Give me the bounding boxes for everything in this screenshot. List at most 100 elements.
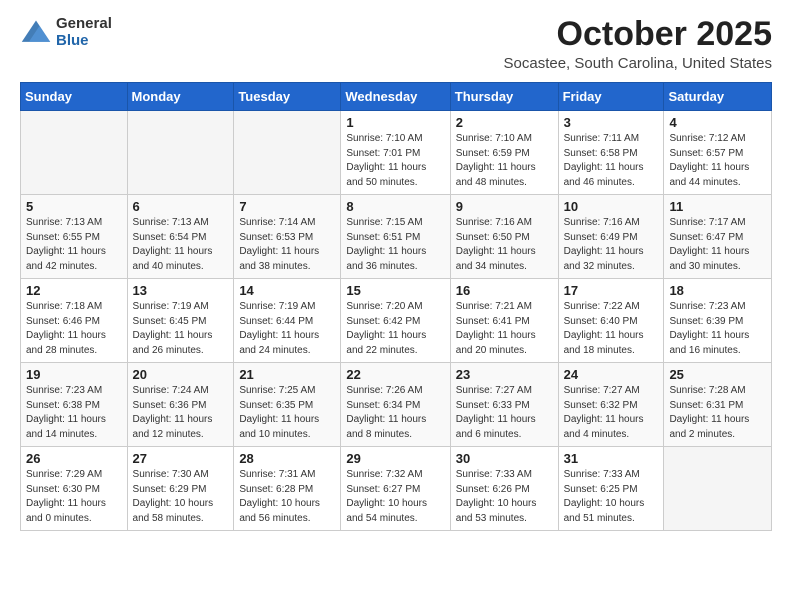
title-block: October 2025 Socastee, South Carolina, U… [504, 16, 773, 72]
day-number: 5 [26, 199, 122, 214]
day-info: Sunrise: 7:26 AM Sunset: 6:34 PM Dayligh… [346, 384, 444, 442]
day-number: 27 [133, 451, 229, 466]
day-number: 3 [564, 115, 659, 130]
day-number: 11 [669, 199, 766, 214]
day-info: Sunrise: 7:11 AM Sunset: 6:58 PM Dayligh… [564, 132, 659, 190]
calendar-cell: 22 Sunrise: 7:26 AM Sunset: 6:34 PM Dayli… [341, 363, 450, 447]
day-info: Sunrise: 7:19 AM Sunset: 6:44 PM Dayligh… [239, 300, 335, 358]
day-number: 16 [456, 283, 553, 298]
calendar-week-row: 5 Sunrise: 7:13 AM Sunset: 6:55 PM Daylig… [21, 195, 772, 279]
weekday-header-saturday: Saturday [664, 83, 772, 111]
calendar-cell [127, 111, 234, 195]
day-number: 13 [133, 283, 229, 298]
day-info: Sunrise: 7:21 AM Sunset: 6:41 PM Dayligh… [456, 300, 553, 358]
calendar-cell: 19 Sunrise: 7:23 AM Sunset: 6:38 PM Dayli… [21, 363, 128, 447]
day-number: 29 [346, 451, 444, 466]
day-number: 1 [346, 115, 444, 130]
day-number: 30 [456, 451, 553, 466]
header: General Blue October 2025 Socastee, Sout… [20, 16, 772, 72]
day-number: 8 [346, 199, 444, 214]
day-info: Sunrise: 7:31 AM Sunset: 6:28 PM Dayligh… [239, 468, 335, 526]
day-number: 19 [26, 367, 122, 382]
calendar-week-row: 12Sunrise: 7:18 AM Sunset: 6:46 PM Dayli… [21, 279, 772, 363]
day-number: 4 [669, 115, 766, 130]
day-info: Sunrise: 7:23 AM Sunset: 6:38 PM Dayligh… [26, 384, 122, 442]
day-info: Sunrise: 7:10 AM Sunset: 6:59 PM Dayligh… [456, 132, 553, 190]
day-info: Sunrise: 7:29 AM Sunset: 6:30 PM Dayligh… [26, 468, 122, 526]
calendar-week-row: 1 Sunrise: 7:10 AM Sunset: 7:01 PM Daylig… [21, 111, 772, 195]
calendar-cell: 25 Sunrise: 7:28 AM Sunset: 6:31 PM Dayli… [664, 363, 772, 447]
calendar-cell: 3 Sunrise: 7:11 AM Sunset: 6:58 PM Daylig… [558, 111, 664, 195]
day-info: Sunrise: 7:28 AM Sunset: 6:31 PM Dayligh… [669, 384, 766, 442]
day-number: 22 [346, 367, 444, 382]
day-number: 31 [564, 451, 659, 466]
day-number: 25 [669, 367, 766, 382]
day-number: 18 [669, 283, 766, 298]
calendar-cell: 29 Sunrise: 7:32 AM Sunset: 6:27 PM Dayli… [341, 447, 450, 531]
day-info: Sunrise: 7:16 AM Sunset: 6:50 PM Dayligh… [456, 216, 553, 274]
calendar-cell: 4 Sunrise: 7:12 AM Sunset: 6:57 PM Daylig… [664, 111, 772, 195]
calendar-cell: 27Sunrise: 7:30 AM Sunset: 6:29 PM Dayli… [127, 447, 234, 531]
day-number: 12 [26, 283, 122, 298]
page: General Blue October 2025 Socastee, Sout… [0, 0, 792, 612]
day-number: 17 [564, 283, 659, 298]
day-number: 2 [456, 115, 553, 130]
calendar-cell: 13 Sunrise: 7:19 AM Sunset: 6:45 PM Dayli… [127, 279, 234, 363]
day-info: Sunrise: 7:33 AM Sunset: 6:26 PM Dayligh… [456, 468, 553, 526]
weekday-header-sunday: Sunday [21, 83, 128, 111]
calendar-cell [21, 111, 128, 195]
calendar-cell: 6Sunrise: 7:13 AM Sunset: 6:54 PM Daylig… [127, 195, 234, 279]
calendar-cell: 9 Sunrise: 7:16 AM Sunset: 6:50 PM Daylig… [450, 195, 558, 279]
calendar-cell: 15 Sunrise: 7:20 AM Sunset: 6:42 PM Dayli… [341, 279, 450, 363]
calendar-cell: 24 Sunrise: 7:27 AM Sunset: 6:32 PM Dayli… [558, 363, 664, 447]
calendar-cell: 11 Sunrise: 7:17 AM Sunset: 6:47 PM Dayli… [664, 195, 772, 279]
calendar-cell: 30 Sunrise: 7:33 AM Sunset: 6:26 PM Dayli… [450, 447, 558, 531]
day-info: Sunrise: 7:22 AM Sunset: 6:40 PM Dayligh… [564, 300, 659, 358]
day-info: Sunrise: 7:20 AM Sunset: 6:42 PM Dayligh… [346, 300, 444, 358]
day-number: 10 [564, 199, 659, 214]
weekday-header-thursday: Thursday [450, 83, 558, 111]
day-number: 9 [456, 199, 553, 214]
calendar-week-row: 26Sunrise: 7:29 AM Sunset: 6:30 PM Dayli… [21, 447, 772, 531]
calendar-cell: 14Sunrise: 7:19 AM Sunset: 6:44 PM Dayli… [234, 279, 341, 363]
calendar-cell [234, 111, 341, 195]
calendar-cell [664, 447, 772, 531]
day-info: Sunrise: 7:23 AM Sunset: 6:39 PM Dayligh… [669, 300, 766, 358]
calendar-cell: 5 Sunrise: 7:13 AM Sunset: 6:55 PM Daylig… [21, 195, 128, 279]
calendar-cell: 16 Sunrise: 7:21 AM Sunset: 6:41 PM Dayli… [450, 279, 558, 363]
day-info: Sunrise: 7:16 AM Sunset: 6:49 PM Dayligh… [564, 216, 659, 274]
day-info: Sunrise: 7:25 AM Sunset: 6:35 PM Dayligh… [239, 384, 335, 442]
day-info: Sunrise: 7:27 AM Sunset: 6:32 PM Dayligh… [564, 384, 659, 442]
day-info: Sunrise: 7:10 AM Sunset: 7:01 PM Dayligh… [346, 132, 444, 190]
day-info: Sunrise: 7:33 AM Sunset: 6:25 PM Dayligh… [564, 468, 659, 526]
day-number: 23 [456, 367, 553, 382]
day-number: 15 [346, 283, 444, 298]
day-info: Sunrise: 7:17 AM Sunset: 6:47 PM Dayligh… [669, 216, 766, 274]
calendar-cell: 20 Sunrise: 7:24 AM Sunset: 6:36 PM Dayli… [127, 363, 234, 447]
day-info: Sunrise: 7:12 AM Sunset: 6:57 PM Dayligh… [669, 132, 766, 190]
weekday-header-row: SundayMondayTuesdayWednesdayThursdayFrid… [21, 83, 772, 111]
day-info: Sunrise: 7:13 AM Sunset: 6:54 PM Dayligh… [133, 216, 229, 274]
day-info: Sunrise: 7:13 AM Sunset: 6:55 PM Dayligh… [26, 216, 122, 274]
calendar-cell: 1 Sunrise: 7:10 AM Sunset: 7:01 PM Daylig… [341, 111, 450, 195]
day-info: Sunrise: 7:24 AM Sunset: 6:36 PM Dayligh… [133, 384, 229, 442]
logo-icon [20, 17, 52, 49]
calendar-cell: 10 Sunrise: 7:16 AM Sunset: 6:49 PM Dayli… [558, 195, 664, 279]
day-info: Sunrise: 7:27 AM Sunset: 6:33 PM Dayligh… [456, 384, 553, 442]
calendar-cell: 21Sunrise: 7:25 AM Sunset: 6:35 PM Dayli… [234, 363, 341, 447]
logo-general-text: General [56, 16, 112, 33]
day-number: 24 [564, 367, 659, 382]
calendar-cell: 26Sunrise: 7:29 AM Sunset: 6:30 PM Dayli… [21, 447, 128, 531]
calendar-cell: 31 Sunrise: 7:33 AM Sunset: 6:25 PM Dayli… [558, 447, 664, 531]
day-number: 7 [239, 199, 335, 214]
day-info: Sunrise: 7:19 AM Sunset: 6:45 PM Dayligh… [133, 300, 229, 358]
logo-text: General Blue [56, 16, 112, 49]
weekday-header-tuesday: Tuesday [234, 83, 341, 111]
calendar-location: Socastee, South Carolina, United States [504, 55, 773, 72]
day-number: 20 [133, 367, 229, 382]
calendar-cell: 12Sunrise: 7:18 AM Sunset: 6:46 PM Dayli… [21, 279, 128, 363]
calendar-cell: 2 Sunrise: 7:10 AM Sunset: 6:59 PM Daylig… [450, 111, 558, 195]
weekday-header-friday: Friday [558, 83, 664, 111]
calendar-cell: 23 Sunrise: 7:27 AM Sunset: 6:33 PM Dayli… [450, 363, 558, 447]
day-info: Sunrise: 7:32 AM Sunset: 6:27 PM Dayligh… [346, 468, 444, 526]
